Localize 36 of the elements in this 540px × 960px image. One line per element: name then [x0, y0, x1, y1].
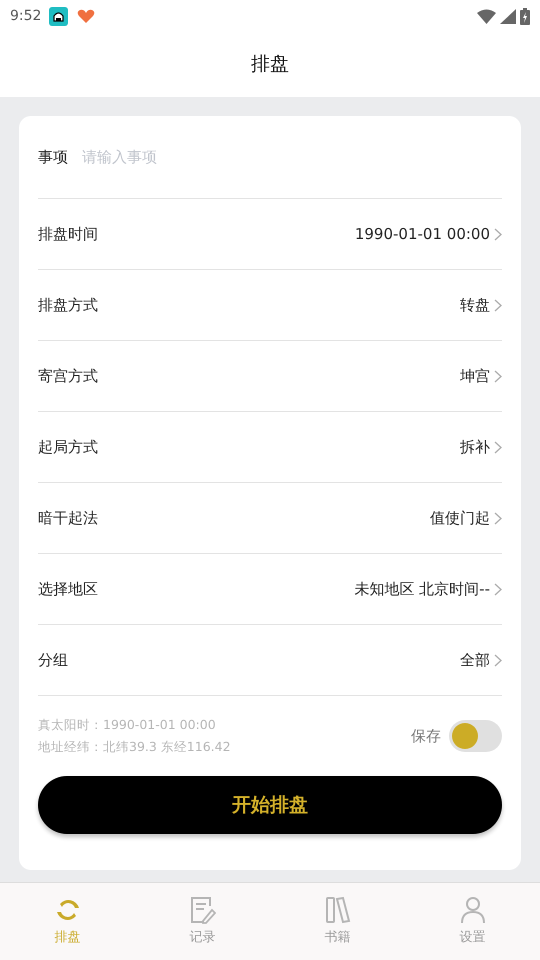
setting-value[interactable]: 值使门起	[430, 506, 490, 530]
books-icon	[324, 896, 350, 924]
solar-time-text: 真太阳时：1990-01-01 00:00	[38, 716, 217, 734]
setting-label: 起局方式	[38, 436, 98, 458]
page-title: 排盘	[251, 52, 289, 78]
setting-label: 暗干起法	[38, 508, 98, 529]
person-icon	[460, 896, 486, 924]
setting-label: 寄宫方式	[38, 366, 98, 387]
chevron-right-icon[interactable]	[494, 298, 502, 312]
app-notification-icon	[49, 6, 68, 26]
setting-value[interactable]: 转盘	[460, 294, 490, 316]
start-button[interactable]: 开始排盘	[38, 776, 502, 834]
battery-icon	[520, 8, 530, 24]
setting-value[interactable]: 拆补	[460, 436, 490, 458]
chevron-right-icon[interactable]	[494, 654, 502, 666]
setting-value[interactable]: 未知地区 北京时间--	[354, 578, 490, 600]
setting-label: 分组	[38, 650, 68, 671]
setting-value[interactable]: 坤宫	[460, 364, 490, 388]
setting-value[interactable]: 1990-01-01 00:00	[354, 222, 490, 246]
coordinates-text: 地址经纬：北纬39.3 东经116.42	[38, 738, 231, 756]
chevron-right-icon[interactable]	[494, 370, 502, 382]
chevron-right-icon[interactable]	[494, 228, 502, 240]
setting-value[interactable]: 全部	[460, 648, 490, 672]
wifi-icon	[477, 8, 496, 24]
setting-label: 排盘方式	[38, 294, 98, 316]
note-edit-icon	[190, 896, 216, 924]
status-time: 9:52	[10, 6, 42, 26]
save-toggle[interactable]	[449, 720, 502, 752]
chevron-right-icon[interactable]	[494, 512, 502, 524]
setting-label: 选择地区	[38, 578, 98, 600]
chevron-right-icon[interactable]	[494, 440, 502, 454]
event-label: 事项	[38, 146, 68, 168]
setting-label: 排盘时间	[38, 224, 98, 245]
save-label: 保存	[411, 726, 441, 747]
chevron-right-icon[interactable]	[494, 582, 502, 596]
signal-icon	[500, 8, 516, 24]
